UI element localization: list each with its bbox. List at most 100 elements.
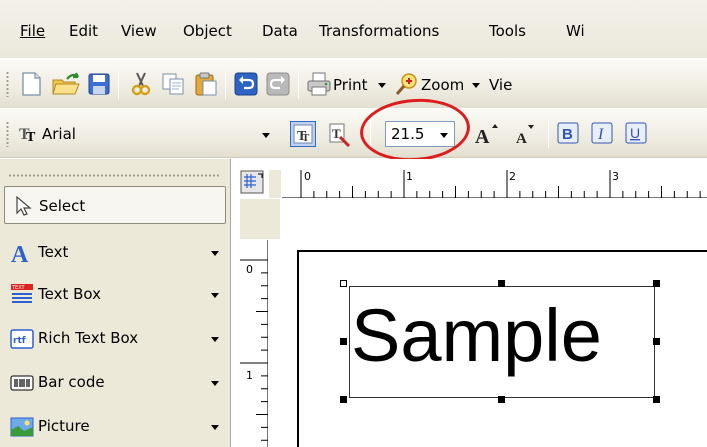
truetype-font-icon: TT: [19, 126, 36, 143]
tool-item-label: Text: [38, 243, 69, 261]
zoom-label[interactable]: Zoom: [421, 76, 464, 94]
print-dropdown-arrow-icon[interactable]: [378, 83, 386, 88]
view-toolbar-label[interactable]: Vie: [489, 76, 512, 94]
menu-tools[interactable]: Tools: [489, 22, 526, 40]
increase-font-size-button[interactable]: A: [473, 121, 499, 148]
decrease-font-size-button[interactable]: A: [512, 121, 538, 147]
print-label[interactable]: Print: [333, 76, 368, 94]
ruler-number: 3: [612, 170, 619, 183]
cut-button[interactable]: [128, 71, 154, 97]
zoom-magnifier-icon: [395, 73, 417, 95]
svg-text:A: A: [516, 131, 527, 147]
standard-toolbar: Print Zoom Vie: [0, 58, 707, 108]
tool-item-rich-text-box[interactable]: rtf Rich Text Box: [4, 318, 226, 358]
paste-clipboard-icon: [195, 72, 217, 96]
open-button[interactable]: [51, 71, 80, 97]
font-color-button[interactable]: T: [327, 121, 353, 148]
svg-text:A: A: [11, 242, 29, 264]
ruler-number: 0: [246, 263, 253, 276]
tool-dropdown-arrow-icon[interactable]: [211, 251, 219, 256]
redo-button[interactable]: [266, 72, 292, 98]
select-arrow-icon: [16, 195, 32, 216]
resize-handle-bottom-right[interactable]: [653, 396, 660, 403]
tool-item-text-box[interactable]: TEXT Text Box: [4, 274, 226, 314]
ruler-grid-icon: [240, 170, 264, 194]
increase-font-size-icon: A: [475, 124, 498, 148]
scissors-icon: [131, 72, 151, 96]
tool-item-text[interactable]: A Text: [4, 232, 226, 272]
paste-button[interactable]: [193, 71, 219, 97]
resize-handle-bottom-left[interactable]: [340, 396, 347, 403]
horizontal-ruler-ticks: [300, 170, 701, 198]
vertical-ruler[interactable]: 0 1: [240, 240, 268, 447]
menu-window[interactable]: Wi: [566, 22, 585, 40]
save-button[interactable]: [87, 72, 113, 98]
text-box-tool-icon: TEXT: [11, 284, 33, 303]
toolbar-grip[interactable]: [6, 71, 9, 97]
menu-file[interactable]: File: [20, 22, 45, 40]
italic-icon: I: [591, 122, 613, 144]
menu-transformations[interactable]: Transformations: [319, 22, 439, 40]
save-disk-icon: [88, 73, 110, 95]
svg-text:B: B: [562, 126, 573, 143]
font-style-icon: TT: [293, 124, 313, 144]
underline-button[interactable]: U: [624, 121, 650, 147]
tool-item-picture[interactable]: Picture: [4, 406, 226, 446]
menu-object[interactable]: Object: [183, 22, 232, 40]
copy-icon: [162, 73, 184, 95]
tools-panel-grip[interactable]: [8, 174, 220, 177]
vertical-ruler-ticks: [240, 259, 268, 441]
menu-view[interactable]: View: [121, 22, 157, 40]
resize-handle-left[interactable]: [340, 338, 347, 345]
svg-text:rtf: rtf: [13, 336, 26, 346]
new-document-button[interactable]: [18, 71, 44, 97]
tool-dropdown-arrow-icon[interactable]: [211, 337, 219, 342]
resize-handle-right[interactable]: [653, 338, 660, 345]
resize-handle-top-left[interactable]: [340, 280, 347, 287]
tool-dropdown-arrow-icon[interactable]: [211, 381, 219, 386]
menu-edit[interactable]: Edit: [69, 22, 98, 40]
font-name-combo[interactable]: TT Arial: [18, 123, 284, 145]
new-document-icon: [22, 72, 41, 96]
ruler-options-button[interactable]: [240, 170, 268, 198]
tool-dropdown-arrow-icon[interactable]: [211, 293, 219, 298]
copy-button[interactable]: [160, 71, 186, 97]
toolbar-grip[interactable]: [6, 121, 9, 147]
font-style-button[interactable]: TT: [290, 121, 316, 147]
zoom-dropdown-arrow-icon[interactable]: [472, 83, 480, 88]
italic-button[interactable]: I: [590, 121, 616, 147]
rich-text-box-tool-icon: rtf: [10, 329, 34, 349]
resize-handle-top-right[interactable]: [653, 280, 660, 287]
resize-handle-bottom[interactable]: [498, 396, 505, 403]
font-name-value: Arial: [42, 125, 76, 143]
tool-item-label: Bar code: [38, 373, 105, 391]
decrease-font-size-icon: A: [516, 125, 534, 147]
select-tool-button[interactable]: Select: [4, 186, 226, 224]
print-button[interactable]: [306, 71, 332, 97]
printer-icon: [307, 72, 331, 96]
zoom-button[interactable]: [394, 71, 420, 97]
ruler-number: 2: [509, 170, 516, 183]
svg-text:T: T: [26, 130, 36, 143]
undo-icon: [234, 72, 258, 96]
tool-item-label: Picture: [38, 417, 90, 435]
font-dropdown-arrow-icon[interactable]: [262, 133, 270, 138]
menu-bar: File Edit View Object Data Transformatio…: [0, 0, 707, 58]
bold-button[interactable]: B: [556, 121, 582, 147]
sample-text-object[interactable]: Sample: [351, 296, 602, 376]
tool-item-label: Text Box: [38, 285, 101, 303]
resize-handle-top[interactable]: [498, 280, 505, 287]
redo-icon: [266, 72, 290, 96]
svg-text:U: U: [630, 125, 640, 141]
tool-item-label: Rich Text Box: [38, 329, 139, 347]
horizontal-ruler[interactable]: 0 1 2 3: [282, 170, 707, 198]
menu-data[interactable]: Data: [262, 22, 298, 40]
ruler-number: 1: [406, 170, 413, 183]
tool-dropdown-arrow-icon[interactable]: [211, 425, 219, 430]
svg-text:TEXT: TEXT: [11, 285, 26, 291]
picture-tool-icon: [10, 417, 34, 437]
undo-button[interactable]: [234, 72, 260, 98]
ruler-number: 1: [246, 369, 253, 382]
tool-item-bar-code[interactable]: Bar code: [4, 362, 226, 402]
font-color-icon: T: [329, 123, 351, 148]
